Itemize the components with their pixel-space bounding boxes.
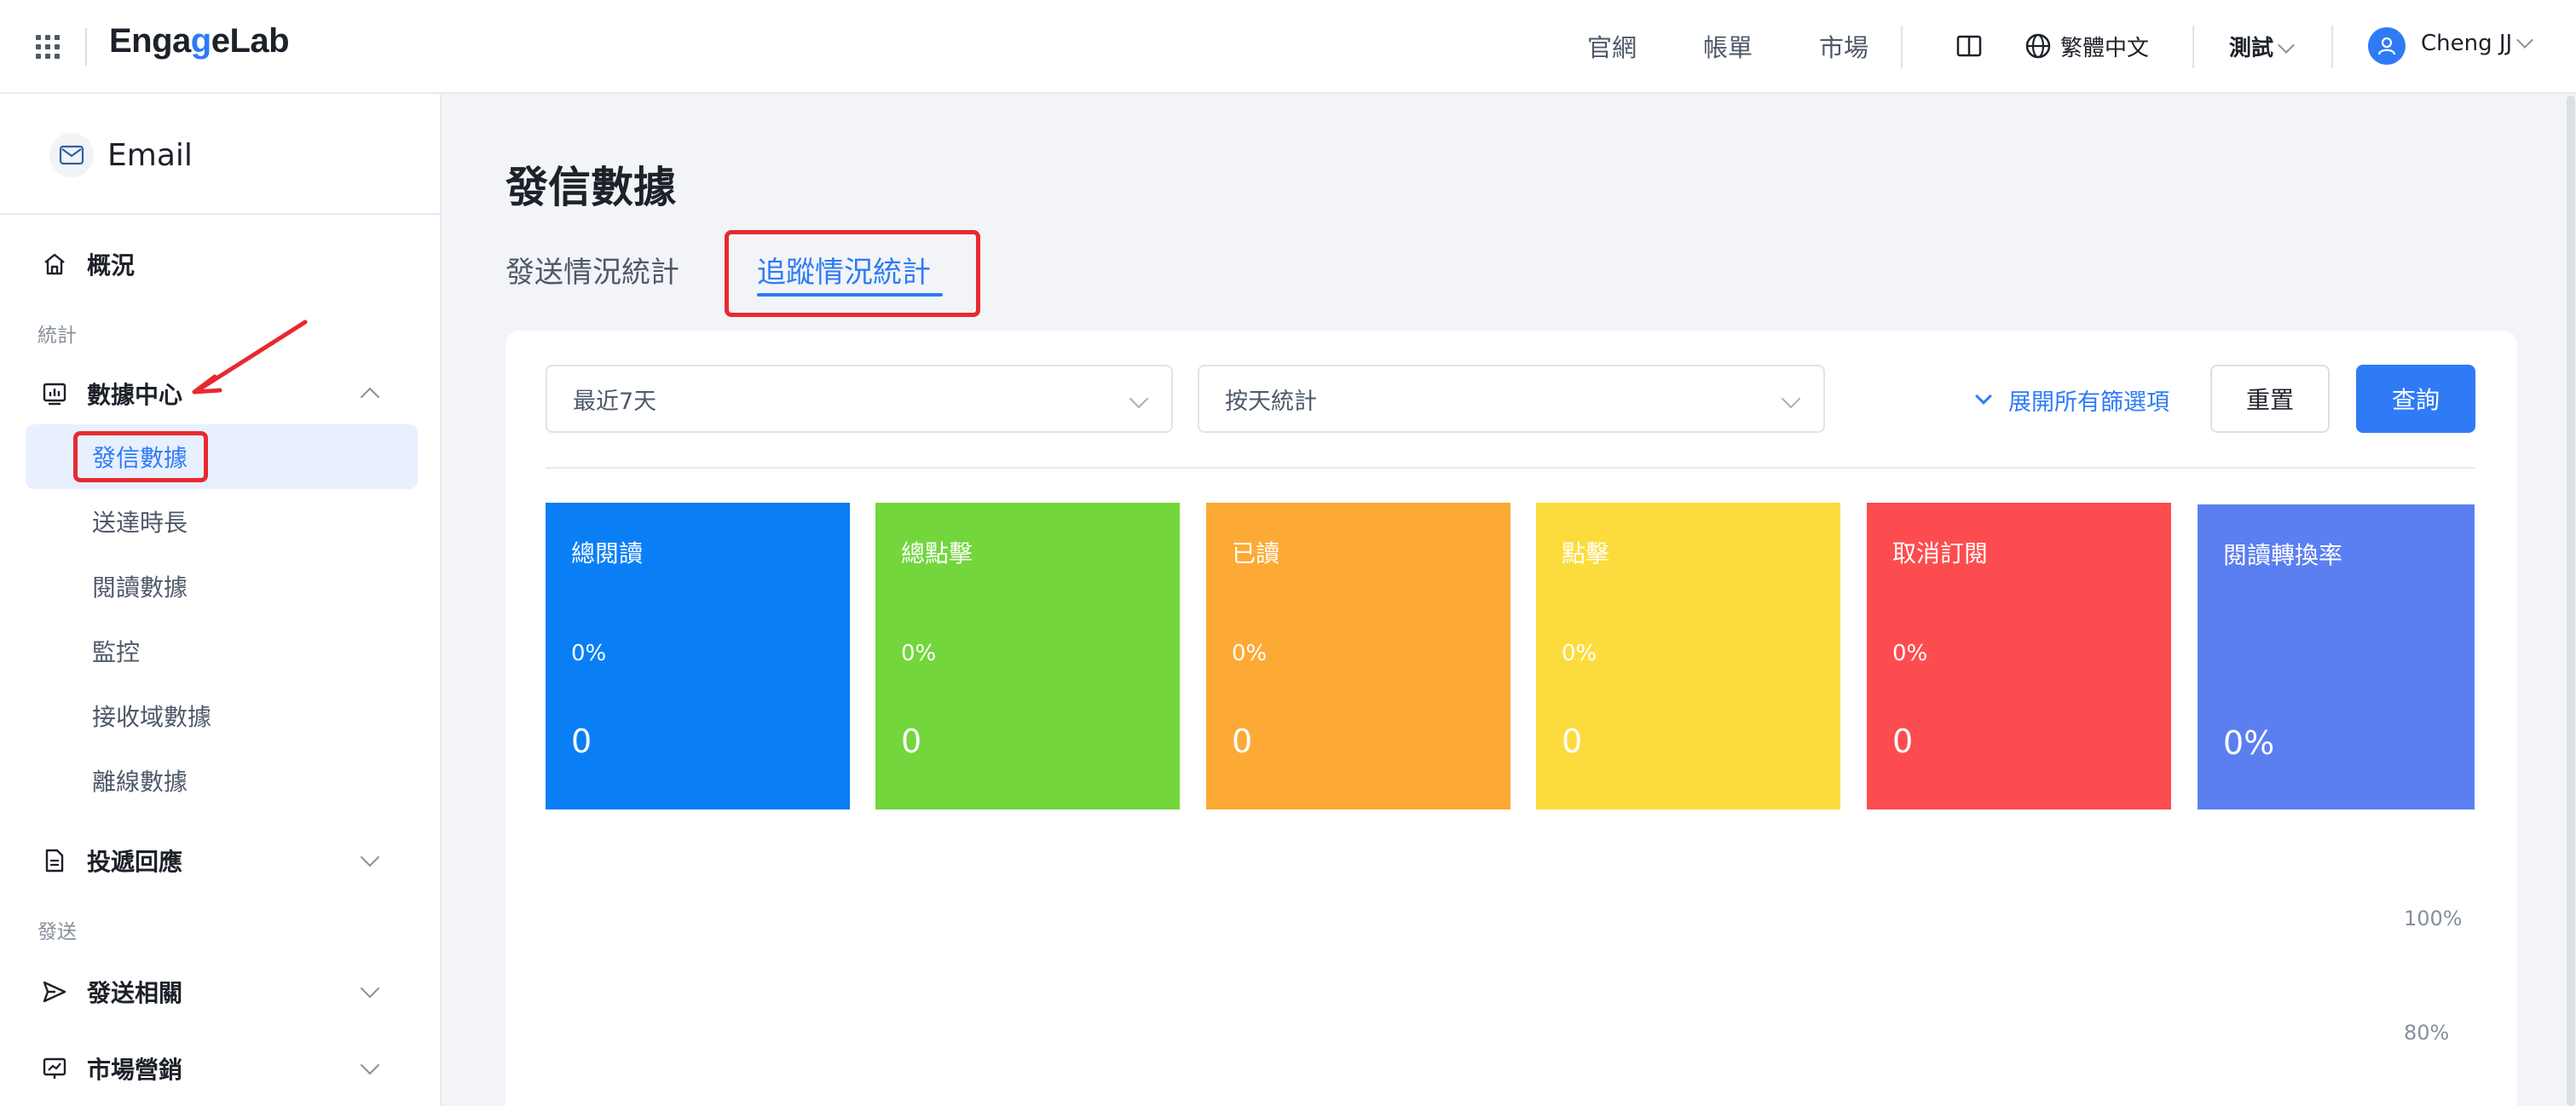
date-range-value: 最近7天 xyxy=(573,388,657,415)
home-icon xyxy=(44,253,65,275)
group-label-send: 發送 xyxy=(38,921,77,943)
apps-grid-icon[interactable] xyxy=(36,35,60,59)
tab-send-stats[interactable]: 發送情況統計 xyxy=(505,249,679,291)
presentation-chart-icon xyxy=(43,1057,66,1079)
globe-icon[interactable] xyxy=(2024,32,2052,60)
stat-label: 總點擊 xyxy=(901,539,973,567)
project-name: 測試 xyxy=(2229,36,2274,61)
chevron-down-icon xyxy=(2516,32,2534,49)
header-separator xyxy=(2331,26,2333,68)
chevron-up-icon[interactable] xyxy=(360,387,380,407)
chart-monitor-icon xyxy=(43,383,66,406)
sidebar-subitem-domain-data[interactable]: 接收域數據 xyxy=(92,699,211,733)
stat-value: 0 xyxy=(1562,723,1583,760)
stat-percent: 0% xyxy=(571,641,607,666)
sidebar-item-delivery-response[interactable]: 投遞回應 xyxy=(41,844,182,878)
date-range-select[interactable]: 最近7天 xyxy=(546,365,1173,433)
stat-percent: 0% xyxy=(1892,641,1928,666)
stat-value: 0 xyxy=(1232,723,1253,760)
header-separator xyxy=(2192,26,2194,68)
query-button[interactable]: 查詢 xyxy=(2356,365,2475,433)
product-name: Email xyxy=(107,137,193,173)
user-name: Cheng JJ xyxy=(2421,31,2513,56)
annotation-box-send-data xyxy=(73,431,208,482)
stat-tile-read-conversion: 閱讀轉換率 0% xyxy=(2198,504,2475,809)
sidebar-subitem-read-data[interactable]: 閱讀數據 xyxy=(92,569,188,603)
user-avatar[interactable] xyxy=(2368,27,2406,65)
chevron-down-icon[interactable] xyxy=(360,847,380,867)
sidebar-item-send-related[interactable]: 發送相關 xyxy=(41,975,182,1009)
user-icon xyxy=(2377,37,2396,55)
sidebar-item-marketing[interactable]: 市場營銷 xyxy=(41,1051,182,1086)
sidebar-item-label: 發送相關 xyxy=(87,979,183,1007)
chevron-down-icon xyxy=(2278,37,2295,54)
reset-button[interactable]: 重置 xyxy=(2210,365,2330,433)
granularity-value: 按天統計 xyxy=(1225,388,1317,415)
logo-text-accent: g xyxy=(190,22,211,60)
stat-tile-unsubscribe: 取消訂閱 0% 0 xyxy=(1867,503,2171,809)
sidebar: Email 概況 統計 數據中心 發信數據 送達時長 閱讀數據 監控 接收域數據… xyxy=(0,94,442,1106)
page-scrollbar-thumb[interactable] xyxy=(2567,95,2575,1106)
expand-filters-link[interactable]: 展開所有篩選項 xyxy=(1975,383,2169,417)
chevron-down-icon xyxy=(1975,387,1992,405)
page-title: 發信數據 xyxy=(505,163,676,212)
annotation-arrow xyxy=(192,320,308,395)
chart-axis-label: 80% xyxy=(2404,1021,2450,1045)
sidebar-item-label: 投遞回應 xyxy=(87,848,183,876)
send-icon xyxy=(43,981,66,1003)
stat-value: 0 xyxy=(571,723,592,760)
language-selector[interactable]: 繁體中文 xyxy=(2060,31,2149,62)
chevron-down-icon xyxy=(1781,389,1801,409)
document-icon xyxy=(45,849,64,873)
sidebar-item-label: 概況 xyxy=(87,251,136,279)
stat-percent: 0% xyxy=(1562,641,1597,666)
stat-tile-total-clicks: 總點擊 0% 0 xyxy=(875,503,1180,809)
sidebar-subitem-delivery-time[interactable]: 送達時長 xyxy=(92,504,188,539)
stat-value: 0% xyxy=(2223,724,2275,762)
project-selector[interactable]: 測試 xyxy=(2229,31,2295,62)
stat-tile-read: 已讀 0% 0 xyxy=(1206,503,1510,809)
filter-divider xyxy=(546,467,2475,469)
chevron-down-icon xyxy=(1129,389,1149,409)
stat-percent: 0% xyxy=(1232,641,1268,666)
stat-tile-clicks: 點擊 0% 0 xyxy=(1536,503,1840,809)
chevron-down-icon[interactable] xyxy=(360,1055,380,1075)
mail-icon xyxy=(49,133,94,177)
nav-official-site[interactable]: 官網 xyxy=(1587,28,1637,64)
chart-axis-label: 100% xyxy=(2404,907,2463,930)
sidebar-divider xyxy=(0,213,440,215)
expand-filters-label: 展開所有篩選項 xyxy=(2008,389,2169,416)
stat-value: 0 xyxy=(901,723,922,760)
stat-label: 總閱讀 xyxy=(571,539,644,567)
stat-label: 已讀 xyxy=(1232,539,1280,567)
sidebar-subitem-offline-data[interactable]: 離線數據 xyxy=(92,763,188,798)
stat-label: 閱讀轉換率 xyxy=(2223,541,2343,569)
logo-text-end: eLab xyxy=(211,22,290,60)
group-label-stats: 統計 xyxy=(38,325,77,347)
logo-text-start: Enga xyxy=(109,22,191,60)
stat-percent: 0% xyxy=(901,641,937,666)
stat-label: 點擊 xyxy=(1562,539,1610,567)
stat-label: 取消訂閱 xyxy=(1892,539,1989,567)
granularity-select[interactable]: 按天統計 xyxy=(1198,365,1825,433)
stat-value: 0 xyxy=(1892,723,1914,760)
stat-tile-total-reads: 總閱讀 0% 0 xyxy=(546,503,850,809)
user-menu[interactable]: Cheng JJ xyxy=(2421,31,2534,56)
top-header: EngageLab 官網 帳單 市場 繁體中文 測試 Cheng JJ xyxy=(0,0,2576,94)
sidebar-item-label: 市場營銷 xyxy=(87,1056,183,1084)
sidebar-item-data-center[interactable]: 數據中心 xyxy=(41,377,182,411)
product-header: Email xyxy=(49,133,193,177)
nav-market[interactable]: 市場 xyxy=(1819,28,1868,64)
sidebar-subitem-monitor[interactable]: 監控 xyxy=(92,634,140,668)
docs-book-icon[interactable] xyxy=(1956,34,1982,58)
engagelab-logo[interactable]: EngageLab xyxy=(109,22,290,60)
logo-divider xyxy=(85,28,87,66)
header-separator xyxy=(1901,26,1903,68)
nav-billing[interactable]: 帳單 xyxy=(1703,28,1753,64)
sidebar-item-label: 數據中心 xyxy=(87,381,183,409)
sidebar-item-overview[interactable]: 概況 xyxy=(41,247,135,281)
annotation-box-tracking-tab xyxy=(725,230,980,317)
chevron-down-icon[interactable] xyxy=(360,978,380,999)
